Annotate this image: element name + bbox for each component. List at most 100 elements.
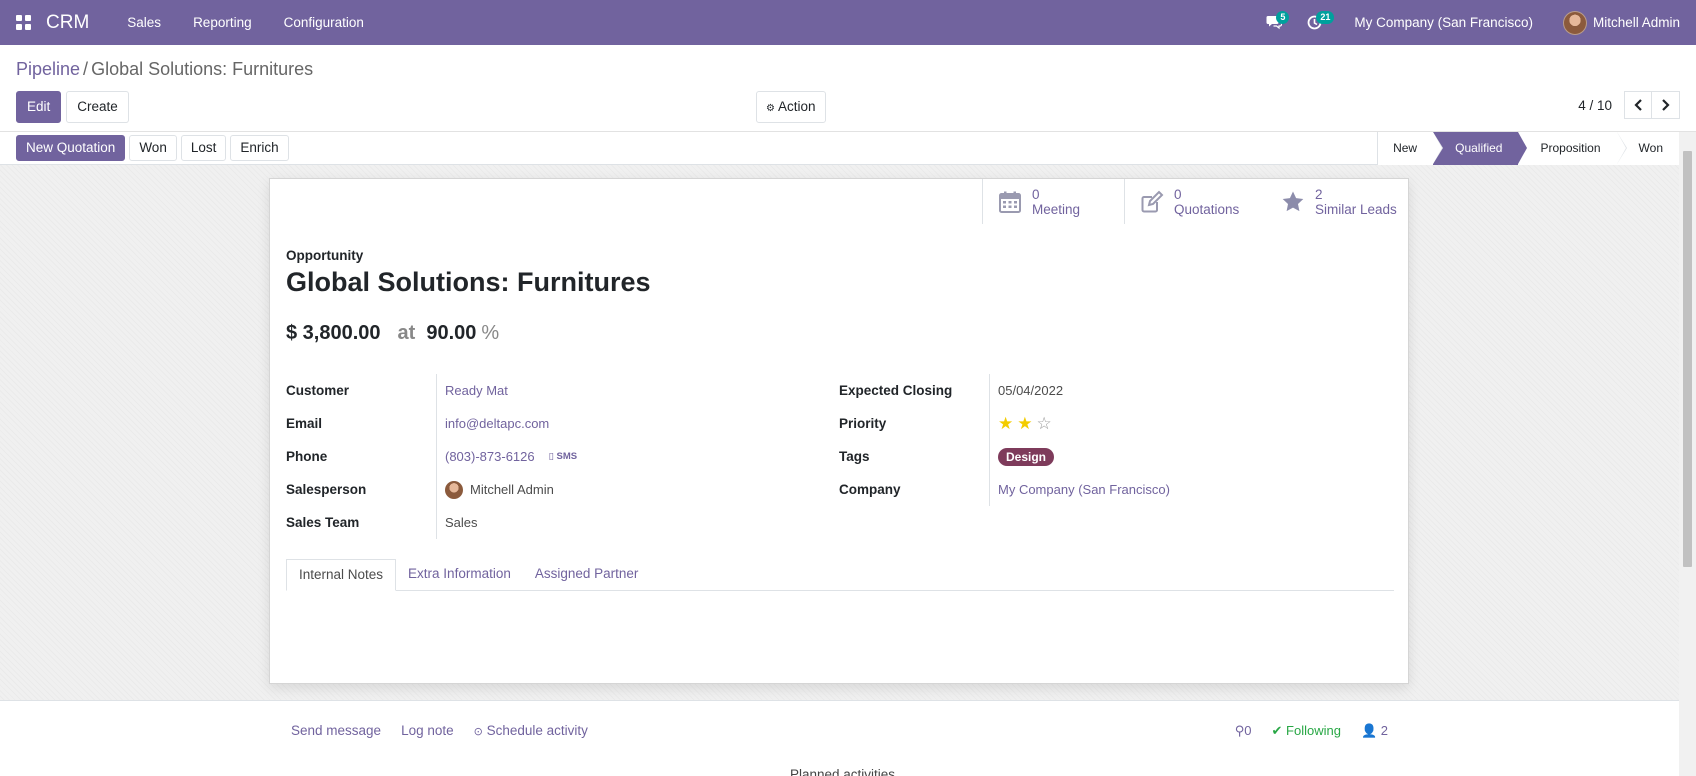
scrollbar-thumb[interactable] <box>1683 151 1692 567</box>
main-menu: Sales Reporting Configuration <box>111 0 380 45</box>
quotations-smart-button[interactable]: 0 Quotations <box>1124 179 1266 224</box>
gear-icon: ⚙ <box>766 103 775 114</box>
salesperson-name[interactable]: Mitchell Admin <box>470 482 554 497</box>
priority-star-2-icon[interactable]: ★ <box>1017 414 1032 434</box>
tab-extra-information[interactable]: Extra Information <box>396 559 523 591</box>
quotations-count: 0 <box>1174 186 1182 202</box>
stage-qualified[interactable]: Qualified <box>1433 132 1528 165</box>
tags-field: Design <box>989 440 1055 473</box>
email-link[interactable]: info@deltapc.com <box>445 416 549 431</box>
new-quotation-button[interactable]: New Quotation <box>16 135 126 161</box>
stage-proposition-label: Proposition <box>1540 141 1601 155</box>
salesperson-label: Salesperson <box>286 482 367 497</box>
similar-leads-label: Similar Leads <box>1315 201 1397 217</box>
scrollbar[interactable] <box>1679 132 1696 776</box>
pager-value[interactable]: 4 / 10 <box>1578 98 1612 113</box>
edit-button[interactable]: Edit <box>16 91 62 123</box>
top-navbar: CRM Sales Reporting Configuration 5 21 M… <box>0 0 1696 45</box>
check-icon: ✔ <box>1271 723 1283 738</box>
priority-star-1-icon[interactable]: ★ <box>998 414 1013 434</box>
similar-leads-count: 2 <box>1315 186 1323 202</box>
tab-assigned-partner[interactable]: Assigned Partner <box>523 559 651 591</box>
schedule-activity-button[interactable]: ⊙ Schedule activity <box>474 723 588 738</box>
phone-row: Phone (803)-873-6126 ▯ SMS <box>286 440 806 473</box>
breadcrumb-current: Global Solutions: Furnitures <box>91 59 314 79</box>
expected-closing-value[interactable]: 05/04/2022 <box>998 383 1063 398</box>
following-button[interactable]: ✔ Following <box>1272 723 1341 739</box>
meeting-label: Meeting <box>1032 201 1081 217</box>
sales-team-row: Sales Team Sales <box>286 506 806 539</box>
customer-field: Ready Mat <box>436 374 508 407</box>
action-menu: ⚙ Action <box>756 91 826 123</box>
pager-previous-icon[interactable] <box>1624 91 1652 119</box>
app-brand[interactable]: CRM <box>46 12 89 34</box>
phone-field: (803)-873-6126 ▯ SMS <box>436 440 577 473</box>
stage-proposition[interactable]: Proposition <box>1518 132 1627 165</box>
sms-label: SMS <box>556 451 578 462</box>
customer-link[interactable]: Ready Mat <box>445 383 508 398</box>
following-label: Following <box>1286 723 1341 738</box>
chatter-follow-bar: ⚲0 ✔ Following 👤 2 <box>1235 723 1388 739</box>
create-button[interactable]: Create <box>66 91 129 123</box>
tab-internal-notes[interactable]: Internal Notes <box>286 559 397 591</box>
customer-row: Customer Ready Mat <box>286 374 806 407</box>
paperclip-icon: ⚲ <box>1234 723 1245 738</box>
customer-label: Customer <box>286 383 350 398</box>
menu-configuration[interactable]: Configuration <box>268 0 380 45</box>
action-button[interactable]: ⚙ Action <box>756 91 826 123</box>
email-row: Email info@deltapc.com <box>286 407 806 440</box>
won-button[interactable]: Won <box>129 135 177 161</box>
pager-next-icon[interactable] <box>1652 91 1680 119</box>
pager: 4 / 10 <box>1578 91 1680 119</box>
activities-clock-icon[interactable]: 21 <box>1294 0 1335 45</box>
activities-badge: 21 <box>1316 11 1335 24</box>
user-menu[interactable]: Mitchell Admin <box>1551 10 1696 35</box>
tags-row: Tags Design <box>839 440 1359 473</box>
messages-icon[interactable]: 5 <box>1254 0 1294 45</box>
attachments-count: 0 <box>1244 723 1252 738</box>
email-label: Email <box>286 416 323 431</box>
star-icon <box>1282 191 1304 211</box>
breadcrumb: Pipeline / Global Solutions: Furnitures <box>16 59 313 80</box>
lost-button[interactable]: Lost <box>180 135 227 161</box>
priority-star-3-icon[interactable]: ☆ <box>1037 414 1052 434</box>
user-name: Mitchell Admin <box>1592 15 1680 30</box>
company-link[interactable]: My Company (San Francisco) <box>998 482 1170 497</box>
apps-menu-icon[interactable] <box>0 0 46 45</box>
statusbar-buttons: New Quotation Won Lost Enrich <box>16 135 289 161</box>
percent-sign: % <box>481 322 500 344</box>
breadcrumb-pipeline[interactable]: Pipeline <box>16 59 80 79</box>
tags-label: Tags <box>839 449 870 464</box>
meeting-smart-button[interactable]: 0 Meeting <box>982 179 1124 224</box>
followers-button[interactable]: 👤 2 <box>1361 723 1388 739</box>
followers-count: 2 <box>1380 723 1388 738</box>
sales-team-value[interactable]: Sales <box>445 515 478 530</box>
expected-closing-row: Expected Closing 05/04/2022 <box>839 374 1359 407</box>
expected-closing-label: Expected Closing <box>839 383 953 398</box>
stage-new[interactable]: New <box>1377 132 1444 165</box>
sms-button[interactable]: ▯ SMS <box>549 451 577 462</box>
phone-link[interactable]: (803)-873-6126 <box>445 449 535 464</box>
company-row: Company My Company (San Francisco) <box>839 473 1359 506</box>
chatter-actions: Send message Log note ⊙ Schedule activit… <box>291 723 588 738</box>
menu-sales[interactable]: Sales <box>111 0 177 45</box>
menu-reporting[interactable]: Reporting <box>177 0 268 45</box>
schedule-activity-label: Schedule activity <box>486 723 588 738</box>
tag-design[interactable]: Design <box>998 447 1055 466</box>
control-panel: Pipeline / Global Solutions: Furnitures Ed… <box>0 45 1696 132</box>
enrich-button[interactable]: Enrich <box>230 135 289 161</box>
meeting-stat: 0 Meeting <box>1032 187 1080 217</box>
send-message-button[interactable]: Send message <box>291 723 381 738</box>
log-note-button[interactable]: Log note <box>401 723 454 738</box>
email-field: info@deltapc.com <box>436 407 549 440</box>
attachments-button[interactable]: ⚲0 <box>1235 723 1252 739</box>
notebook-tabs: Internal Notes Extra Information Assigne… <box>286 559 1394 591</box>
opportunity-label: Opportunity <box>286 248 364 263</box>
chatter: Send message Log note ⊙ Schedule activit… <box>0 700 1679 776</box>
similar-leads-smart-button[interactable]: 2 Similar Leads <box>1266 179 1408 224</box>
expected-closing-field: 05/04/2022 <box>989 374 1063 407</box>
form-buttons: Edit Create <box>16 91 129 123</box>
statusbar: New Quotation Won Lost Enrich New Qualif… <box>0 132 1679 165</box>
company-switcher[interactable]: My Company (San Francisco) <box>1334 15 1551 30</box>
user-icon: 👤 <box>1360 723 1378 738</box>
